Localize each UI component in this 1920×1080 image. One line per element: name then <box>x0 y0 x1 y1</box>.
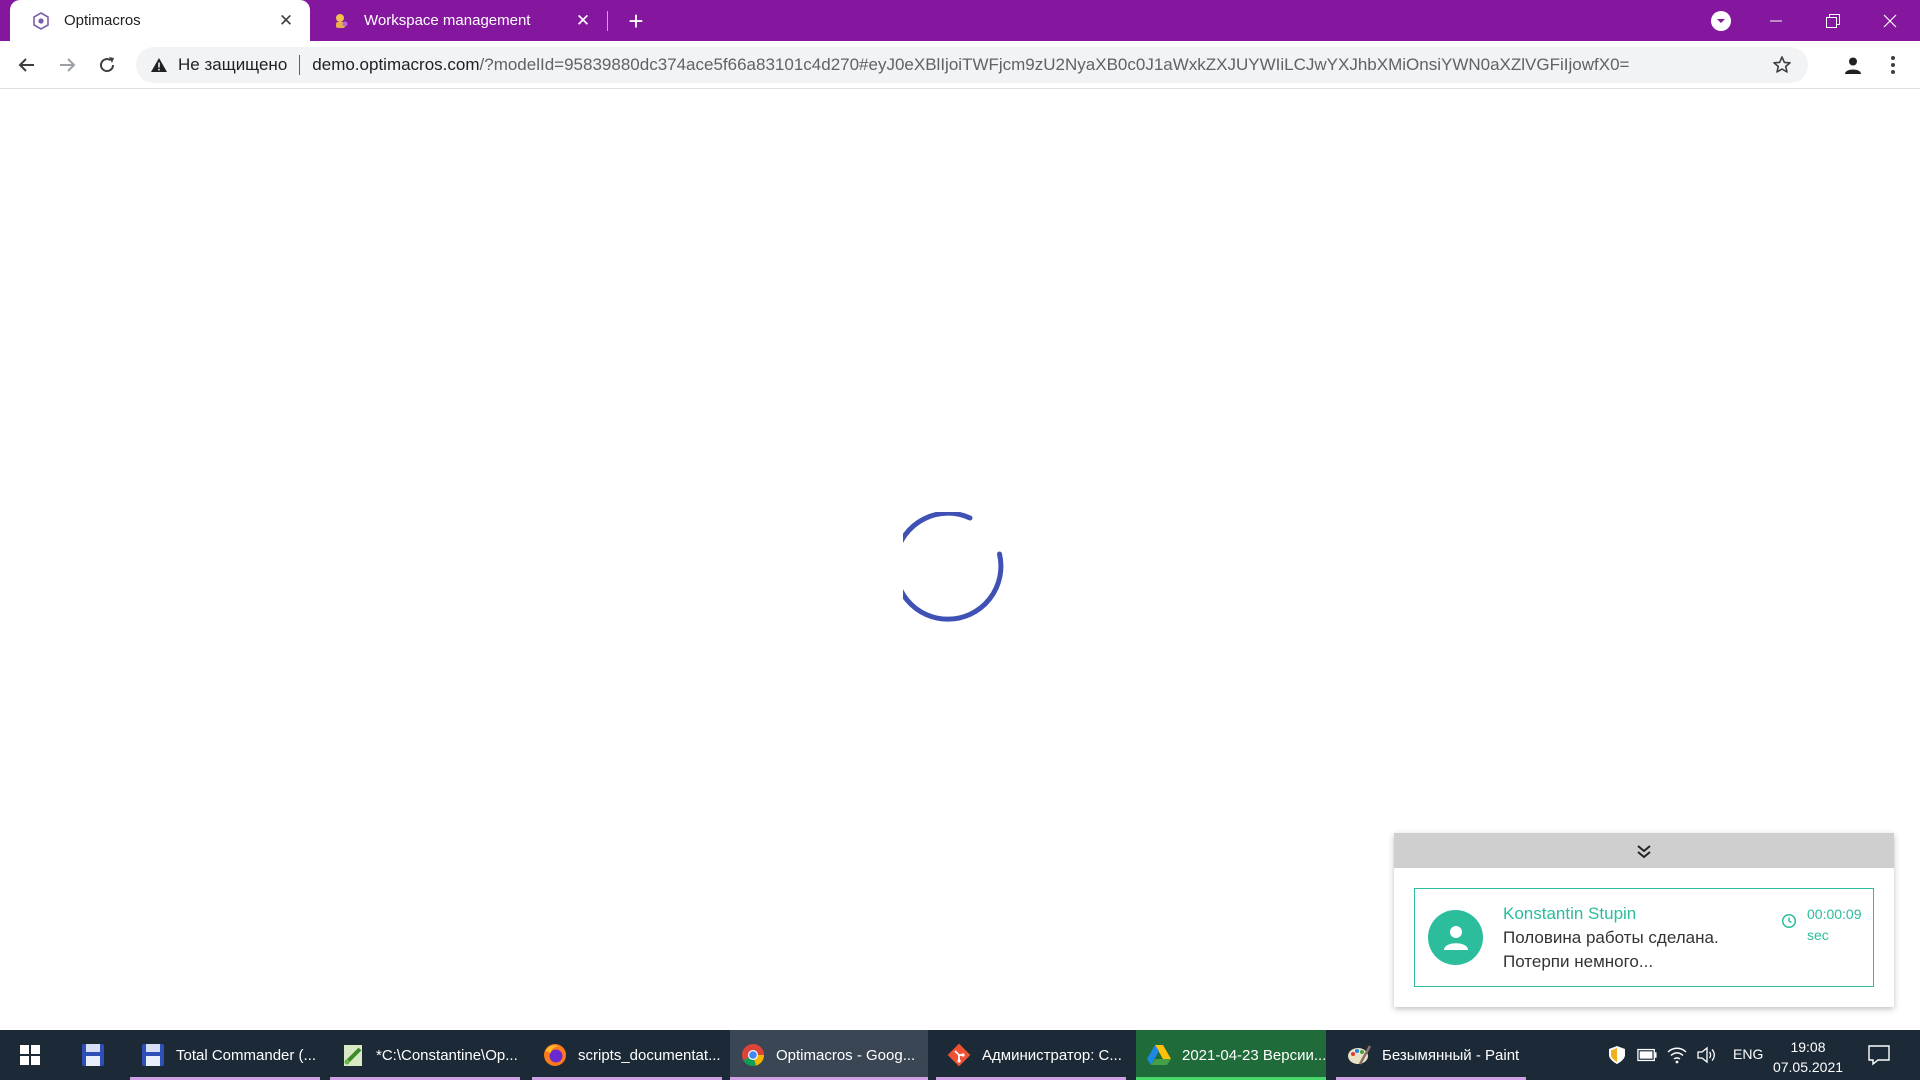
taskbar-item-paint[interactable]: Безымянный - Paint <box>1336 1030 1526 1080</box>
minimize-window-button[interactable] <box>1748 0 1804 41</box>
address-separator <box>299 55 301 75</box>
notification-message-line1: Половина работы сделана. <box>1503 928 1719 947</box>
tab-search-dropdown-icon[interactable] <box>1711 11 1731 31</box>
address-bar[interactable]: Не защищено demo.optimacros.com/?modelId… <box>136 47 1808 83</box>
notification-elapsed-time: 00:00:09 sec <box>1807 904 1862 946</box>
double-chevron-down-icon <box>1637 844 1651 858</box>
volume-icon[interactable] <box>1696 1045 1716 1065</box>
close-window-button[interactable] <box>1862 0 1918 41</box>
url-path: /?modelId=95839880dc374ace5f66a83101c4d2… <box>479 55 1630 74</box>
notification-message-line2: Потерпи немного... <box>1503 952 1654 971</box>
time-value: 00:00:09 <box>1807 906 1862 922</box>
taskbar-item-google-drive[interactable]: 2021-04-23 Версии... <box>1136 1030 1326 1080</box>
browser-menu-button[interactable] <box>1877 49 1909 81</box>
notification-author: Konstantin Stupin <box>1503 904 1637 923</box>
forward-button[interactable] <box>51 49 83 81</box>
taskbar-item-label: 2021-04-23 Версии... <box>1182 1046 1326 1064</box>
clock-icon <box>1781 913 1797 929</box>
security-label[interactable]: Не защищено <box>178 55 287 75</box>
taskbar-item-label: *C:\Constantine\Op... <box>376 1046 518 1064</box>
url-host: demo.optimacros.com <box>312 55 480 74</box>
start-button[interactable] <box>0 1030 60 1080</box>
time-unit: sec <box>1807 927 1829 943</box>
windows-logo-icon <box>20 1045 40 1065</box>
bookmark-star-icon[interactable] <box>1772 55 1792 75</box>
taskbar-item-firefox[interactable]: scripts_documentat... <box>532 1030 722 1080</box>
taskbar-item-label: Optimacros - Goog... <box>776 1046 916 1064</box>
taskbar-item-label: Total Commander (... <box>176 1046 317 1064</box>
notepad-plus-icon <box>340 1042 366 1068</box>
taskbar-item-notepad-plus[interactable]: *C:\Constantine\Op... <box>330 1030 520 1080</box>
url-text[interactable]: demo.optimacros.com/?modelId=95839880dc3… <box>312 55 1629 75</box>
system-clock[interactable]: 19:08 07.05.2021 <box>1770 1037 1846 1077</box>
browser-tab-strip: Optimacros ✕ Workspace management ✕ + <box>0 0 1920 41</box>
browser-toolbar: Не защищено demo.optimacros.com/?modelId… <box>0 41 1920 89</box>
tab-optimacros[interactable]: Optimacros ✕ <box>10 0 310 41</box>
workspace-favicon-icon <box>332 12 350 30</box>
tab-separator <box>607 11 608 31</box>
back-button[interactable] <box>11 49 43 81</box>
taskbar-item-label: Администратор: C... <box>982 1046 1122 1064</box>
taskbar-pinned-total-commander[interactable] <box>68 1030 118 1080</box>
tab-workspace-management[interactable]: Workspace management ✕ <box>310 0 607 41</box>
security-shield-icon[interactable] <box>1607 1045 1627 1065</box>
notification-panel: Konstantin Stupin Половина работы сделан… <box>1394 833 1894 1007</box>
paint-icon <box>1346 1042 1372 1068</box>
floppy-disk-icon <box>140 1042 166 1068</box>
notification-card[interactable]: Konstantin Stupin Половина работы сделан… <box>1414 888 1874 987</box>
google-drive-icon <box>1146 1042 1172 1068</box>
git-icon <box>946 1042 972 1068</box>
input-language-indicator[interactable]: ENG <box>1733 1046 1763 1062</box>
taskbar-item-label: Безымянный - Paint <box>1382 1046 1520 1064</box>
reload-button[interactable] <box>91 49 123 81</box>
user-avatar-icon <box>1428 910 1483 965</box>
floppy-disk-icon <box>80 1042 106 1068</box>
action-center-icon[interactable] <box>1866 1042 1892 1068</box>
clock-time: 19:08 <box>1790 1039 1826 1055</box>
tab-title: Optimacros <box>64 12 141 29</box>
windows-taskbar: Total Commander (... *C:\Constantine\Op.… <box>0 1030 1920 1080</box>
chrome-icon <box>740 1042 766 1068</box>
optimacros-favicon-icon <box>32 11 50 30</box>
firefox-icon <box>542 1042 568 1068</box>
restore-window-button[interactable] <box>1805 0 1861 41</box>
collapse-notifications-button[interactable] <box>1394 833 1894 868</box>
loading-spinner <box>892 510 1019 628</box>
warning-icon[interactable] <box>150 56 168 74</box>
close-tab-icon[interactable]: ✕ <box>276 11 296 31</box>
close-tab-icon[interactable]: ✕ <box>573 11 593 31</box>
taskbar-item-label: scripts_documentat... <box>578 1046 721 1064</box>
clock-date: 07.05.2021 <box>1772 1059 1844 1075</box>
taskbar-item-git-admin[interactable]: Администратор: C... <box>936 1030 1126 1080</box>
wifi-icon[interactable] <box>1667 1045 1687 1065</box>
battery-icon[interactable] <box>1637 1045 1657 1065</box>
taskbar-item-total-commander[interactable]: Total Commander (... <box>130 1030 320 1080</box>
tab-title: Workspace management <box>364 12 531 29</box>
new-tab-button[interactable]: + <box>622 6 650 36</box>
profile-button[interactable] <box>1837 49 1869 81</box>
taskbar-item-chrome[interactable]: Optimacros - Goog... <box>730 1030 928 1080</box>
